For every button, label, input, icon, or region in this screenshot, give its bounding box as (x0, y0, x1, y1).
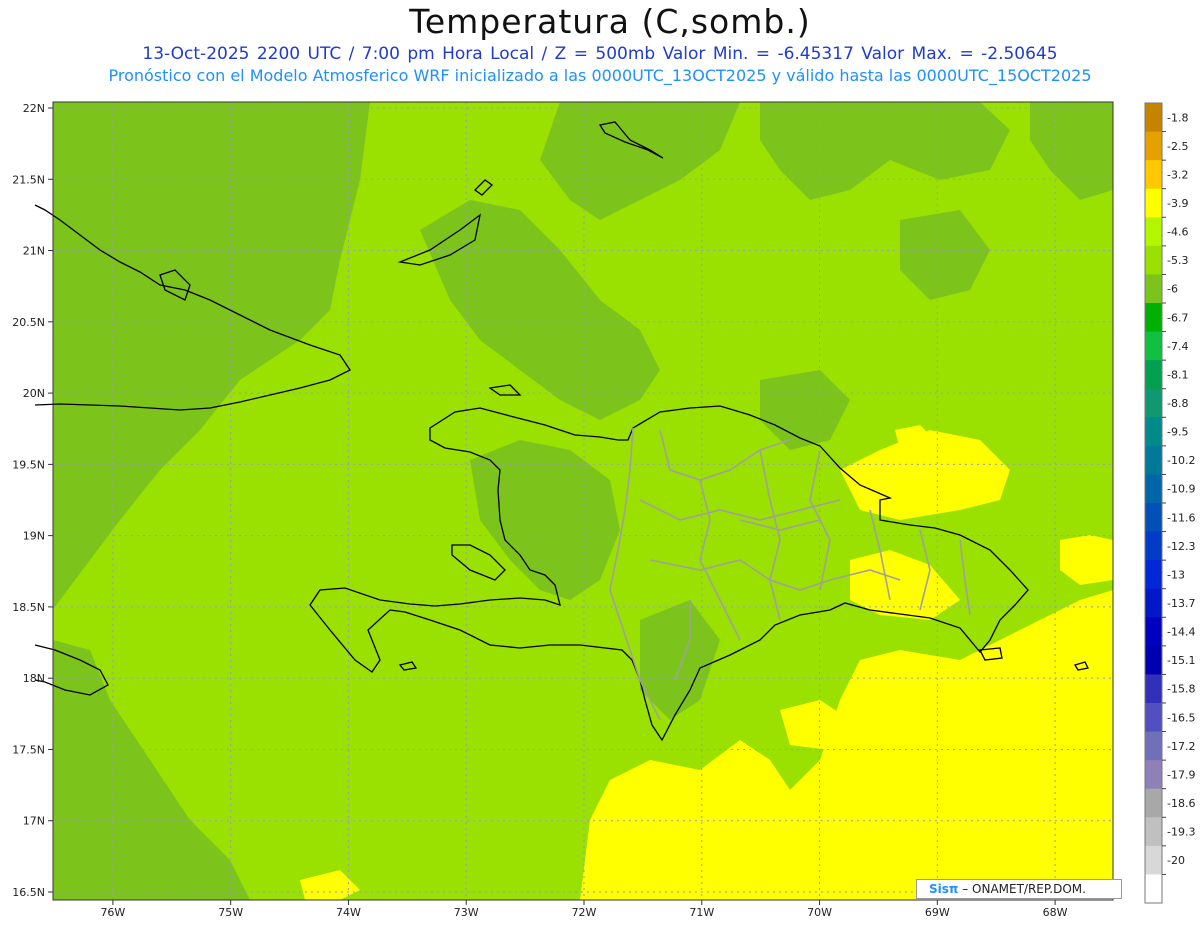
colorbar-label: -12.3 (1167, 540, 1195, 553)
colorbar-swatch (1145, 560, 1162, 590)
colorbar-label: -8.1 (1167, 368, 1188, 381)
colorbar-swatch (1145, 417, 1162, 447)
latitude-label: 19.5N (12, 458, 45, 471)
colorbar-swatch (1145, 645, 1162, 675)
colorbar-swatch (1145, 788, 1162, 818)
colorbar-label: -6 (1167, 283, 1178, 296)
colorbar-swatch (1145, 845, 1162, 875)
colorbar-swatch (1145, 245, 1162, 275)
colorbar-label: -1.8 (1167, 111, 1188, 124)
temperature-colorbar: -1.8 -2.5 -3.2 -3.9 -4.6 -5.3 -6 -6.7 -7.4 -8.1 -8… (1144, 102, 1195, 904)
colorbar-label: -19.3 (1167, 826, 1195, 839)
colorbar-swatch (1145, 703, 1162, 733)
credit-text: – ONAMET/REP.DOM. (962, 882, 1086, 896)
colorbar-label: -13.7 (1167, 597, 1195, 610)
colorbar-swatch (1145, 303, 1162, 333)
colorbar-label: -3.2 (1167, 168, 1188, 181)
longitude-label: 74W (336, 906, 361, 919)
colorbar-label: -14.4 (1167, 626, 1195, 639)
latitude-label: 21N (23, 245, 45, 258)
latitude-label: 20N (23, 387, 45, 400)
colorbar-label: -17.9 (1167, 768, 1195, 781)
colorbar-swatch (1145, 817, 1162, 847)
colorbar-swatch (1145, 188, 1162, 218)
latitude-label: 20.5N (12, 316, 45, 329)
colorbar-swatch (1145, 731, 1162, 761)
colorbar-swatch (1145, 874, 1162, 904)
colorbar-swatch (1145, 131, 1162, 161)
colorbar-swatch (1145, 160, 1162, 190)
latitude-label: 17.5N (12, 743, 45, 756)
latitude-label: 18N (23, 672, 45, 685)
colorbar-label: -15.1 (1167, 654, 1195, 667)
colorbar-swatch (1145, 103, 1162, 133)
colorbar-label: -11.6 (1167, 511, 1195, 524)
latitude-label: 22N (23, 102, 45, 115)
colorbar-label: -2.5 (1167, 140, 1188, 153)
colorbar-label: -10.9 (1167, 483, 1195, 496)
colorbar-swatch (1145, 331, 1162, 361)
colorbar-label: -20 (1167, 854, 1185, 867)
longitude-label: 76W (100, 906, 125, 919)
temperature-map[interactable]: 22N 21.5N 21N 20.5N 20N 19.5N 19N 18.5N 18N 17.5N… (0, 0, 1200, 927)
colorbar-swatch (1145, 388, 1162, 418)
longitude-label: 68W (1043, 906, 1068, 919)
colorbar-label: -16.5 (1167, 711, 1195, 724)
latitude-labels: 22N 21.5N 21N 20.5N 20N 19.5N 19N 18.5N 18N 17.5N… (12, 102, 53, 899)
colorbar-swatch (1145, 445, 1162, 475)
colorbar-label: -9.5 (1167, 426, 1188, 439)
colorbar-label: -13 (1167, 568, 1185, 581)
longitude-label: 72W (572, 906, 597, 919)
colorbar-swatch (1145, 474, 1162, 504)
colorbar-label: -5.3 (1167, 254, 1188, 267)
colorbar-label: -10.2 (1167, 454, 1195, 467)
longitude-labels: 76W 75W 74W 73W 72W 71W 70W 69W 68W (100, 900, 1068, 919)
latitude-label: 21.5N (12, 173, 45, 186)
colorbar-label: -3.9 (1167, 197, 1188, 210)
source-credit: Sisπ – ONAMET/REP.DOM. (916, 879, 1122, 899)
latitude-label: 19N (23, 530, 45, 543)
longitude-label: 75W (218, 906, 243, 919)
colorbar-label: -18.6 (1167, 797, 1195, 810)
colorbar-swatch (1145, 760, 1162, 790)
colorbar-swatch (1145, 503, 1162, 533)
longitude-label: 71W (689, 906, 714, 919)
colorbar-label: -4.6 (1167, 226, 1188, 239)
longitude-label: 73W (454, 906, 479, 919)
colorbar-swatch (1145, 217, 1162, 247)
colorbar-swatch (1145, 617, 1162, 647)
colorbar-label: -6.7 (1167, 311, 1188, 324)
colorbar-swatch (1145, 360, 1162, 390)
colorbar-label: -8.8 (1167, 397, 1188, 410)
latitude-label: 16.5N (12, 886, 45, 899)
colorbar-label: -17.2 (1167, 740, 1195, 753)
colorbar-swatch (1145, 531, 1162, 561)
colorbar-label: -15.8 (1167, 683, 1195, 696)
colorbar-swatch (1145, 274, 1162, 304)
colorbar-swatch (1145, 674, 1162, 704)
latitude-label: 18.5N (12, 601, 45, 614)
longitude-label: 69W (925, 906, 950, 919)
colorbar-swatch (1145, 588, 1162, 618)
sisp-logo: Sisπ (929, 882, 959, 896)
latitude-label: 17N (23, 815, 45, 828)
longitude-label: 70W (807, 906, 832, 919)
colorbar-label: -7.4 (1167, 340, 1188, 353)
